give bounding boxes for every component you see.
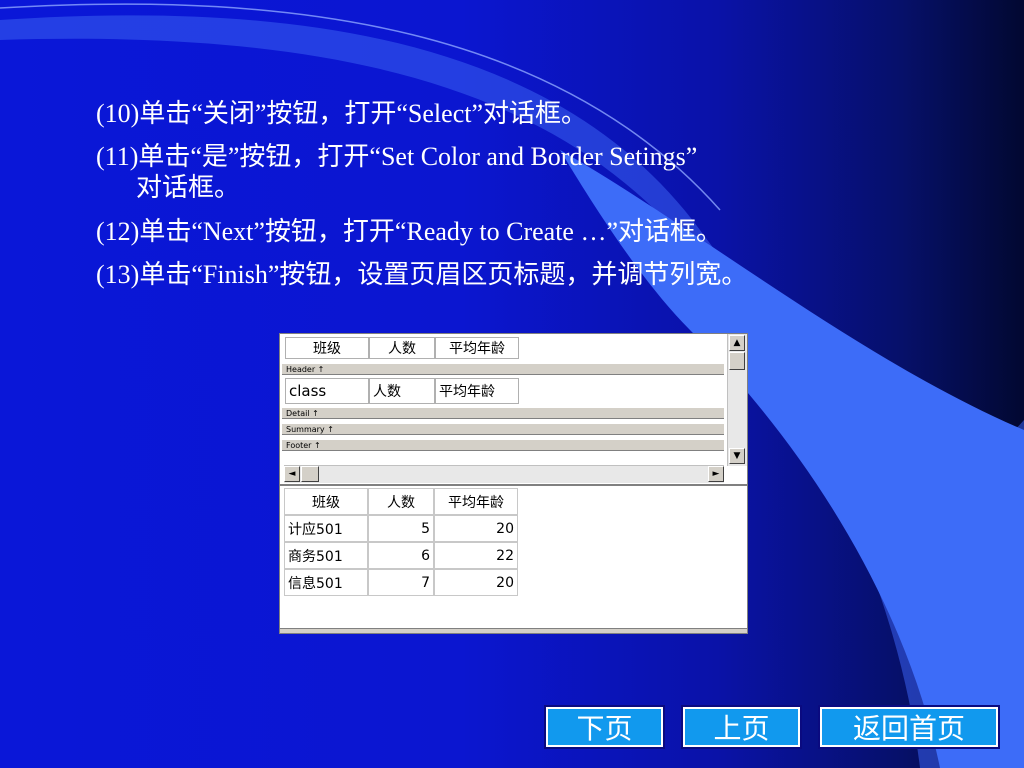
report-designer-screenshot: 班级 人数 平均年龄 Header ↑ class 人数 平均年龄 Detail… xyxy=(279,333,748,634)
preview-bottom-edge xyxy=(280,628,747,633)
preview-header-row: 班级 人数 平均年龄 xyxy=(284,488,518,515)
preview-cell: 6 xyxy=(368,542,434,569)
preview-cell: 计应501 xyxy=(284,515,368,542)
table-row: 商务501 6 22 xyxy=(284,542,518,569)
report-designer-canvas: 班级 人数 平均年龄 Header ↑ class 人数 平均年龄 Detail… xyxy=(280,334,726,464)
preview-cell: 信息501 xyxy=(284,569,368,596)
detail-row: class 人数 平均年龄 xyxy=(285,378,519,404)
instruction-text: (11)单击“是”按钮，打开“Set Color and Border Seti… xyxy=(96,142,698,172)
table-row: 信息501 7 20 xyxy=(284,569,518,596)
preview-column-header: 平均年龄 xyxy=(434,488,518,515)
scroll-up-icon[interactable]: ▲ xyxy=(729,335,745,351)
instruction-item: (12)单击“Next”按钮，打开“Ready to Create …”对话框。 xyxy=(96,216,976,247)
horizontal-scrollbar[interactable]: ◄ ► xyxy=(284,465,724,483)
report-preview-table: 班级 人数 平均年龄 计应501 5 20 商务501 6 22 信息501 7… xyxy=(284,488,518,596)
detail-cell-class[interactable]: class xyxy=(285,378,369,404)
detail-cell-avg-age[interactable]: 平均年龄 xyxy=(435,378,519,404)
preview-cell: 22 xyxy=(434,542,518,569)
scroll-right-icon[interactable]: ► xyxy=(708,466,724,482)
preview-column-header: 人数 xyxy=(368,488,434,515)
instruction-item: (13)单击“Finish”按钮，设置页眉区页标题，并调节列宽。 xyxy=(96,259,976,290)
preview-cell: 7 xyxy=(368,569,434,596)
band-summary[interactable]: Summary ↑ xyxy=(282,423,724,435)
band-footer[interactable]: Footer ↑ xyxy=(282,439,724,451)
detail-cell-count[interactable]: 人数 xyxy=(369,378,435,404)
preview-cell: 20 xyxy=(434,569,518,596)
instruction-text: (12)单击“Next”按钮，打开“Ready to Create …”对话框。 xyxy=(96,216,723,246)
pane-divider xyxy=(280,484,747,486)
vertical-scrollbar[interactable]: ▲ ▼ xyxy=(727,334,747,466)
scroll-thumb[interactable] xyxy=(729,352,745,370)
page-header-row: 班级 人数 平均年龄 xyxy=(285,337,519,359)
scroll-thumb-horizontal[interactable] xyxy=(301,466,319,482)
instruction-text: (10)单击“关闭”按钮，打开“Select”对话框。 xyxy=(96,99,588,128)
prev-page-button[interactable]: 上页 xyxy=(683,707,800,747)
scroll-left-icon[interactable]: ◄ xyxy=(284,466,300,482)
header-cell-count[interactable]: 人数 xyxy=(369,337,435,359)
table-row: 计应501 5 20 xyxy=(284,515,518,542)
instruction-item: (11)单击“是”按钮，打开“Set Color and Border Seti… xyxy=(96,141,976,203)
scroll-down-icon[interactable]: ▼ xyxy=(729,448,745,464)
band-detail[interactable]: Detail ↑ xyxy=(282,407,724,419)
preview-cell: 5 xyxy=(368,515,434,542)
preview-column-header: 班级 xyxy=(284,488,368,515)
next-page-button[interactable]: 下页 xyxy=(546,707,663,747)
header-cell-avg-age[interactable]: 平均年龄 xyxy=(435,337,519,359)
header-cell-class[interactable]: 班级 xyxy=(285,337,369,359)
preview-cell: 20 xyxy=(434,515,518,542)
instruction-item: (10)单击“关闭”按钮，打开“Select”对话框。 xyxy=(96,98,976,129)
preview-cell: 商务501 xyxy=(284,542,368,569)
instruction-text: (13)单击“Finish”按钮，设置页眉区页标题，并调节列宽。 xyxy=(96,259,748,289)
instruction-list: (10)单击“关闭”按钮，打开“Select”对话框。 (11)单击“是”按钮，… xyxy=(96,98,976,302)
home-button[interactable]: 返回首页 xyxy=(820,707,998,747)
instruction-text-continued: 对话框。 xyxy=(136,173,241,203)
band-header[interactable]: Header ↑ xyxy=(282,363,724,375)
